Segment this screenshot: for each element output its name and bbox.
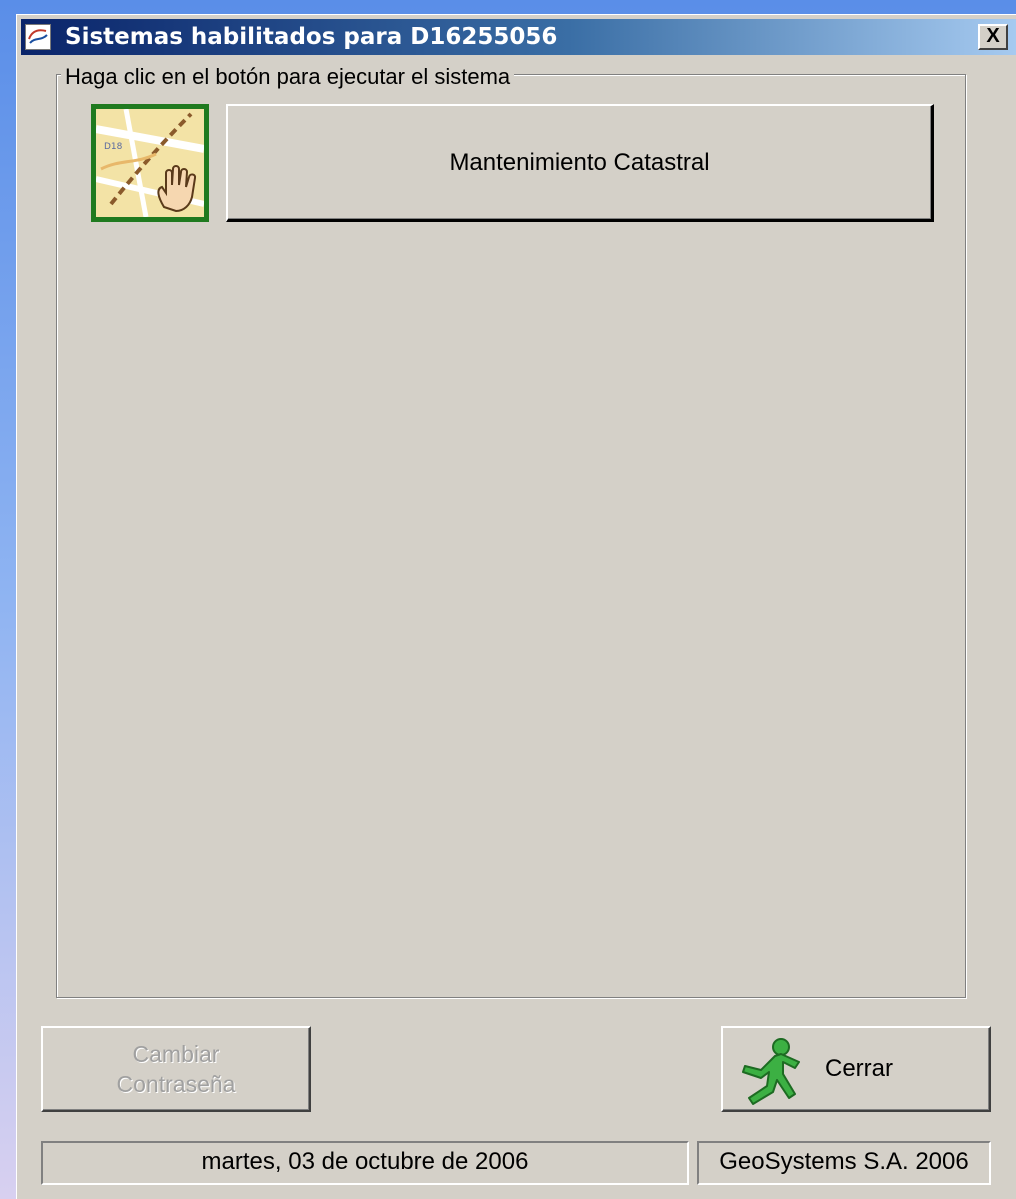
groupbox-legend: Haga clic en el botón para ejecutar el s… (61, 64, 515, 90)
status-date: martes, 03 de octubre de 2006 (41, 1141, 689, 1185)
close-window-button[interactable]: X (978, 24, 1008, 50)
change-password-label-line2: Contraseña (116, 1071, 236, 1097)
change-password-label-line1: Cambiar (132, 1041, 220, 1067)
system-button-mantenimiento-catastral[interactable]: Mantenimiento Catastral (226, 104, 934, 222)
change-password-button[interactable]: Cambiar Contraseña (41, 1026, 311, 1112)
dialog-window: Sistemas habilitados para D16255056 X Ha… (16, 14, 1016, 1199)
cadastral-map-hand-icon[interactable]: D18 (91, 104, 209, 222)
svg-text:D18: D18 (104, 142, 123, 152)
title-bar[interactable]: Sistemas habilitados para D16255056 X (21, 19, 1016, 55)
window-title: Sistemas habilitados para D16255056 (65, 24, 558, 50)
status-company: GeoSystems S.A. 2006 (697, 1141, 991, 1185)
running-man-icon (737, 1036, 803, 1106)
app-icon (25, 24, 51, 50)
close-button[interactable]: Cerrar (721, 1026, 991, 1112)
close-button-label: Cerrar (825, 1055, 894, 1082)
